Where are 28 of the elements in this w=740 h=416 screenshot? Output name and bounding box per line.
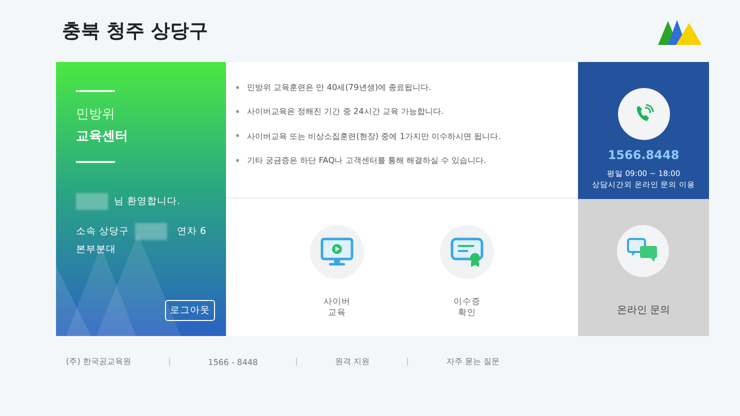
logout-button[interactable]: 로그아웃	[165, 300, 215, 321]
phone-number: 1566.8448	[608, 148, 680, 162]
bullet-icon	[236, 110, 239, 113]
page-title: 충북 청주 상당구	[62, 19, 208, 44]
monitor-play-icon	[320, 237, 354, 267]
menu-link[interactable]: 이수증 확인	[454, 297, 480, 320]
notice-text: 민방위 교육훈련은 만 40세(79년생)에 종료됩니다.	[247, 81, 432, 93]
bullet-icon	[236, 86, 239, 88]
certificate-icon	[450, 236, 484, 268]
redacted-unit	[135, 223, 167, 240]
year-text: 연차 6	[176, 225, 206, 238]
greeting-text: 님 환영합니다.	[114, 195, 180, 208]
center-title: 민방위	[76, 106, 116, 123]
menu-link[interactable]: 사이버 교육	[324, 297, 350, 320]
notice-text: 사이버교육은 정해진 기간 중 24시간 교육 가능합니다.	[247, 105, 444, 118]
bullet-icon	[236, 158, 239, 162]
notice-text: 사이버교육 또는 비상소집훈련(현장) 중에 1가지만 이수하시면 됩니다.	[247, 130, 501, 142]
center-title: 교육센터	[76, 128, 129, 145]
footer-link[interactable]: 자주 묻는 질문	[446, 356, 500, 367]
affiliation-text: 소속 상당구	[76, 225, 130, 238]
notice-text: 기타 궁금증은 하단 FAQ나 고객센터를 통해 해결하실 수 있습니다.	[247, 154, 486, 166]
bullet-icon	[236, 134, 239, 138]
footer-link[interactable]: 1566 - 8448	[208, 356, 258, 366]
redacted-name	[76, 193, 108, 210]
footer-link[interactable]: 원격 지원	[334, 356, 370, 367]
footer-link[interactable]: (주) 한국공교육원	[66, 356, 131, 367]
unit-text: 본부분대	[76, 243, 117, 256]
online-inquiry-link[interactable]: 온라인 문의	[578, 199, 709, 336]
